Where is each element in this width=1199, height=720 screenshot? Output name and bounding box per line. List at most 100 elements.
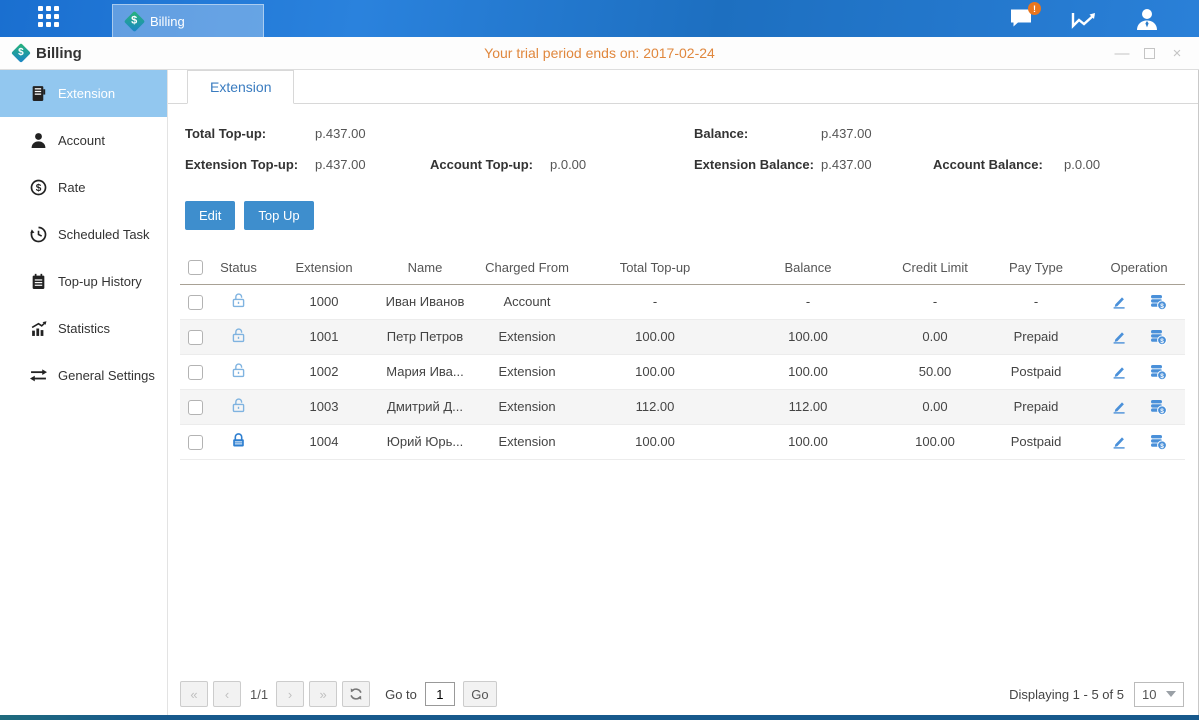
topup-row-icon[interactable]: $ xyxy=(1149,364,1167,380)
cell-extension: 1003 xyxy=(267,389,381,424)
account-topup-label: Account Top-up: xyxy=(430,157,550,172)
total-topup-value: p.437.00 xyxy=(315,126,366,141)
page-indicator: 1/1 xyxy=(250,687,268,702)
lock-open-icon xyxy=(230,362,247,379)
sidebar-item-label: General Settings xyxy=(58,368,155,383)
notification-badge: ! xyxy=(1028,2,1041,15)
window-title-bar: Your trial period ends on: 2017-02-24 $ … xyxy=(0,37,1199,70)
cell-charged-from: Extension xyxy=(469,389,585,424)
cell-balance: 100.00 xyxy=(725,354,891,389)
sidebar-item-scheduled-task[interactable]: Scheduled Task xyxy=(0,211,167,258)
bottom-window-edge xyxy=(0,715,1199,720)
edit-button[interactable]: Edit xyxy=(185,201,235,230)
sidebar-item-rate[interactable]: $ Rate xyxy=(0,164,167,211)
lock-closed-icon xyxy=(230,432,247,449)
table-row: 1002 Мария Ива... Extension 100.00 100.0… xyxy=(180,354,1185,389)
extension-topup-value: p.437.00 xyxy=(315,157,430,172)
edit-row-icon[interactable] xyxy=(1111,294,1127,310)
tab-extension-label: Extension xyxy=(210,79,271,95)
cell-pay-type: - xyxy=(979,284,1093,319)
refresh-icon[interactable] xyxy=(342,681,370,707)
cell-extension: 1002 xyxy=(267,354,381,389)
col-extension: Extension xyxy=(267,251,381,284)
person-icon xyxy=(30,132,47,149)
topup-button[interactable]: Top Up xyxy=(244,201,313,230)
table-row: 1004 Юрий Юрь... Extension 100.00 100.00… xyxy=(180,424,1185,459)
next-page-button[interactable]: › xyxy=(276,681,304,707)
topup-row-icon[interactable]: $ xyxy=(1149,329,1167,345)
lock-open-icon xyxy=(230,292,247,309)
row-checkbox[interactable] xyxy=(188,400,203,415)
last-page-button[interactable]: » xyxy=(309,681,337,707)
svg-text:$: $ xyxy=(36,183,42,194)
lock-open-icon xyxy=(230,327,247,344)
account-balance-value: p.0.00 xyxy=(1064,157,1100,172)
sidebar-item-label: Top-up History xyxy=(58,274,142,289)
col-pay-type: Pay Type xyxy=(979,251,1093,284)
sidebar-item-general-settings[interactable]: General Settings xyxy=(0,352,167,399)
sidebar-item-label: Statistics xyxy=(58,321,110,336)
reports-chart-icon[interactable] xyxy=(1071,9,1097,29)
svg-text:$: $ xyxy=(1160,442,1164,449)
row-checkbox[interactable] xyxy=(188,435,203,450)
displaying-summary: Displaying 1 - 5 of 5 xyxy=(1009,687,1124,702)
notifications-chat-icon[interactable]: ! xyxy=(1009,8,1033,29)
page-size-select[interactable]: 10 xyxy=(1134,682,1184,707)
row-checkbox[interactable] xyxy=(188,295,203,310)
sidebar-item-topup-history[interactable]: Top-up History xyxy=(0,258,167,305)
extension-balance-label: Extension Balance: xyxy=(694,157,821,172)
cell-extension: 1001 xyxy=(267,319,381,354)
cell-name: Иван Иванов xyxy=(381,284,469,319)
first-page-button[interactable]: « xyxy=(180,681,208,707)
sidebar-item-label: Scheduled Task xyxy=(58,227,150,242)
minimize-button[interactable]: — xyxy=(1114,46,1130,61)
goto-page-input[interactable] xyxy=(425,682,455,706)
col-name: Name xyxy=(381,251,469,284)
balance-label: Balance: xyxy=(694,126,821,141)
goto-label: Go to xyxy=(385,687,417,702)
cell-extension: 1004 xyxy=(267,424,381,459)
col-total-topup: Total Top-up xyxy=(585,251,725,284)
cell-total-topup: 100.00 xyxy=(585,424,725,459)
extensions-table: Status Extension Name Charged From Total… xyxy=(180,251,1185,460)
cell-name: Мария Ива... xyxy=(381,354,469,389)
edit-row-icon[interactable] xyxy=(1111,329,1127,345)
col-credit-limit: Credit Limit xyxy=(891,251,979,284)
top-bar: $ Billing ! xyxy=(0,0,1199,37)
extension-topup-label: Extension Top-up: xyxy=(185,157,315,172)
table-header-row: Status Extension Name Charged From Total… xyxy=(180,251,1185,284)
tab-extension[interactable]: Extension xyxy=(187,70,294,104)
close-button[interactable]: × xyxy=(1169,46,1185,61)
main-panel: Extension Total Top-up: p.437.00 Extensi… xyxy=(168,70,1198,715)
account-balance-label: Account Balance: xyxy=(933,157,1064,172)
stats-chart-icon xyxy=(30,320,47,337)
sidebar-item-statistics[interactable]: Statistics xyxy=(0,305,167,352)
ledger-icon xyxy=(30,85,47,102)
cell-credit-limit: 0.00 xyxy=(891,389,979,424)
go-button[interactable]: Go xyxy=(463,681,497,707)
topup-row-icon[interactable]: $ xyxy=(1149,294,1167,310)
row-checkbox[interactable] xyxy=(188,365,203,380)
edit-row-icon[interactable] xyxy=(1111,399,1127,415)
sidebar-item-label: Extension xyxy=(58,86,115,101)
cell-name: Дмитрий Д... xyxy=(381,389,469,424)
cell-balance: 112.00 xyxy=(725,389,891,424)
sidebar-item-account[interactable]: Account xyxy=(0,117,167,164)
row-checkbox[interactable] xyxy=(188,330,203,345)
window-title: Billing xyxy=(36,45,82,62)
maximize-button[interactable] xyxy=(1144,48,1155,59)
edit-row-icon[interactable] xyxy=(1111,364,1127,380)
sidebar-item-extension[interactable]: Extension xyxy=(0,70,167,117)
edit-row-icon[interactable] xyxy=(1111,434,1127,450)
table-row: 1000 Иван Иванов Account - - - - $ xyxy=(180,284,1185,319)
billing-app-tab[interactable]: $ Billing xyxy=(112,4,264,37)
topup-row-icon[interactable]: $ xyxy=(1149,434,1167,450)
cell-pay-type: Postpaid xyxy=(979,354,1093,389)
cell-total-topup: 112.00 xyxy=(585,389,725,424)
apps-grid-icon[interactable] xyxy=(38,6,64,32)
prev-page-button[interactable]: ‹ xyxy=(213,681,241,707)
user-account-icon[interactable] xyxy=(1135,8,1159,30)
topup-row-icon[interactable]: $ xyxy=(1149,399,1167,415)
cell-balance: - xyxy=(725,284,891,319)
select-all-checkbox[interactable] xyxy=(188,260,203,275)
